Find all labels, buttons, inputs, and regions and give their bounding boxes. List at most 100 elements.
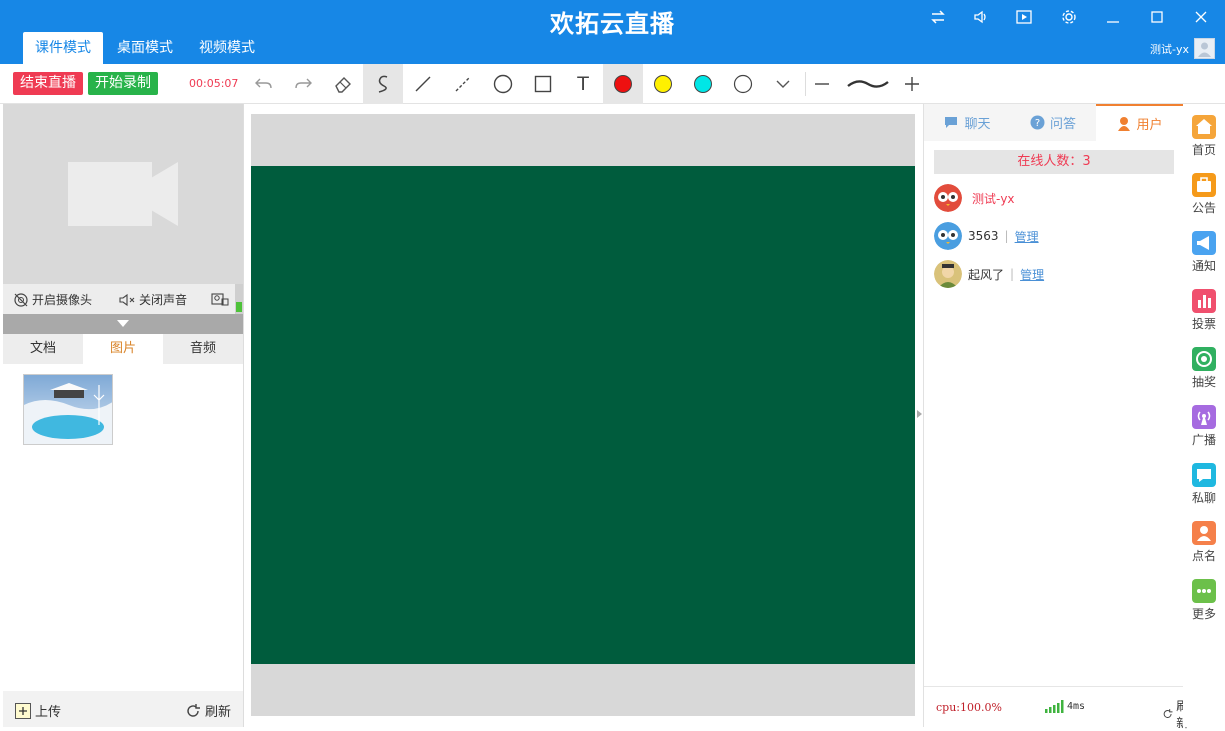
home-icon <box>1192 115 1216 139</box>
chat-icon <box>945 116 958 128</box>
upload-icon <box>15 702 31 719</box>
refresh-label: 刷新 <box>205 705 232 720</box>
rectangle-tool-icon[interactable] <box>523 64 563 104</box>
tab-users[interactable]: 用户 <box>1096 104 1184 141</box>
avatar <box>934 184 962 212</box>
cpu-usage: cpu:100.0% <box>936 701 1002 714</box>
side-menu-item[interactable]: 通知 <box>1183 222 1225 280</box>
user-avatar[interactable] <box>1194 38 1215 59</box>
redo-icon[interactable] <box>283 64 323 104</box>
manage-link[interactable]: 管理 <box>1015 228 1039 245</box>
signal-icon <box>1045 700 1064 713</box>
start-record-button[interactable]: 开始录制 <box>88 72 158 95</box>
mute-button[interactable]: 关闭声音 <box>119 291 187 308</box>
whiteboard-area <box>244 104 923 727</box>
tab-audio[interactable]: 音频 <box>163 334 243 364</box>
tab-video-mode[interactable]: 视频模式 <box>187 32 267 64</box>
side-menu-item[interactable]: 首页 <box>1183 106 1225 164</box>
side-menu-label: 更多 <box>1191 607 1216 621</box>
broadcast-icon <box>1192 405 1216 429</box>
tab-chat-label: 聊天 <box>964 117 991 132</box>
open-camera-label: 开启摄像头 <box>32 293 93 307</box>
color-cyan[interactable] <box>683 64 723 104</box>
side-menu-item[interactable]: 投票 <box>1183 280 1225 338</box>
whiteboard-canvas[interactable] <box>251 166 915 664</box>
increase-size-icon[interactable] <box>892 64 932 104</box>
close-icon[interactable] <box>1188 6 1214 28</box>
undo-icon[interactable] <box>244 64 284 104</box>
switch-icon[interactable] <box>925 6 951 28</box>
camera-settings-icon[interactable] <box>211 291 229 310</box>
side-menu-item[interactable]: 更多 <box>1183 570 1225 628</box>
side-menu-item[interactable]: 点名 <box>1183 512 1225 570</box>
dashed-line-tool-icon[interactable] <box>443 64 483 104</box>
user-name: 测试-yx <box>1150 43 1189 56</box>
caret-down-icon <box>117 320 129 327</box>
toolbar: 结束直播 开始录制 00:05:07 T <box>0 64 1225 104</box>
title-bar: 欢拓云直播 课件模式 桌面模式 视频模式 测试-yx <box>0 0 1225 64</box>
color-cyan-swatch <box>694 75 712 93</box>
tab-courseware-mode[interactable]: 课件模式 <box>23 32 103 64</box>
left-footer: 上传 刷新 <box>3 691 243 727</box>
side-menu-item[interactable]: 广播 <box>1183 396 1225 454</box>
side-menu-label: 点名 <box>1191 549 1216 563</box>
volume-icon[interactable] <box>968 6 994 28</box>
tab-chat[interactable]: 聊天 <box>924 104 1010 141</box>
minimize-icon[interactable] <box>1100 6 1126 28</box>
tab-qa[interactable]: ? 问答 <box>1010 104 1096 141</box>
color-yellow[interactable] <box>643 64 683 104</box>
user-name-label: 测试-yx <box>972 191 1015 206</box>
chevron-down-icon[interactable] <box>763 64 803 104</box>
side-menu-item[interactable]: 私聊 <box>1183 454 1225 512</box>
camera-off-icon <box>14 292 28 307</box>
line-tool-icon[interactable] <box>403 64 443 104</box>
media-icon[interactable] <box>1011 6 1037 28</box>
tab-qa-label: 问答 <box>1049 117 1076 132</box>
video-camera-icon <box>68 162 178 226</box>
tab-images[interactable]: 图片 <box>83 334 163 364</box>
user-row[interactable]: 测试-yx <box>934 183 1015 213</box>
tab-documents[interactable]: 文档 <box>3 334 83 364</box>
stroke-width-icon[interactable] <box>843 64 893 104</box>
image-thumbnail[interactable] <box>23 374 113 445</box>
open-camera-button[interactable]: 开启摄像头 <box>13 291 92 308</box>
status-bar: cpu:100.0% 4ms 刷新 <box>924 686 1188 730</box>
tab-desktop-mode[interactable]: 桌面模式 <box>105 32 185 64</box>
color-white-swatch <box>733 74 753 94</box>
user-row[interactable]: 3563 | 管理 <box>934 221 1039 251</box>
maximize-icon[interactable] <box>1144 6 1170 28</box>
more-icon <box>1192 579 1216 603</box>
upload-button[interactable]: 上传 <box>15 701 61 720</box>
latency: 4ms <box>1067 701 1086 712</box>
eraser-icon[interactable] <box>323 64 363 104</box>
user-icon <box>1118 117 1131 131</box>
camera-controls: 开启摄像头 关闭声音 <box>3 284 243 314</box>
text-tool-icon[interactable]: T <box>563 64 603 104</box>
separator: | <box>1004 229 1009 243</box>
circle-tool-icon[interactable] <box>483 64 523 104</box>
avatar <box>934 222 962 250</box>
manage-link[interactable]: 管理 <box>1020 266 1044 283</box>
user-row[interactable]: 起风了 | 管理 <box>934 259 1044 289</box>
live-timer: 00:05:07 <box>189 77 239 90</box>
color-white[interactable] <box>723 64 763 104</box>
right-panel: 聊天 ? 问答 用户 在线人数：3 测试-yx 3563 | 管理 起风了 | … <box>923 104 1188 730</box>
online-count: 在线人数：3 <box>934 150 1174 174</box>
tab-users-label: 用户 <box>1136 118 1163 133</box>
decrease-size-icon[interactable] <box>802 64 842 104</box>
refresh-files-button[interactable]: 刷新 <box>185 701 231 720</box>
side-menu-item[interactable]: 抽奖 <box>1183 338 1225 396</box>
rollcall-icon <box>1192 521 1216 545</box>
mute-icon <box>119 293 135 306</box>
volume-meter <box>235 284 243 314</box>
end-live-button[interactable]: 结束直播 <box>13 72 83 95</box>
side-menu-label: 广播 <box>1191 433 1216 447</box>
upload-label: 上传 <box>35 705 62 720</box>
color-red[interactable] <box>603 64 643 104</box>
settings-icon[interactable] <box>1056 6 1082 28</box>
freehand-pen-icon[interactable] <box>363 64 403 104</box>
separator: | <box>1010 267 1015 281</box>
panel-toggle-icon[interactable] <box>917 410 922 418</box>
collapse-bar[interactable] <box>3 314 243 334</box>
side-menu-item[interactable]: 公告 <box>1183 164 1225 222</box>
